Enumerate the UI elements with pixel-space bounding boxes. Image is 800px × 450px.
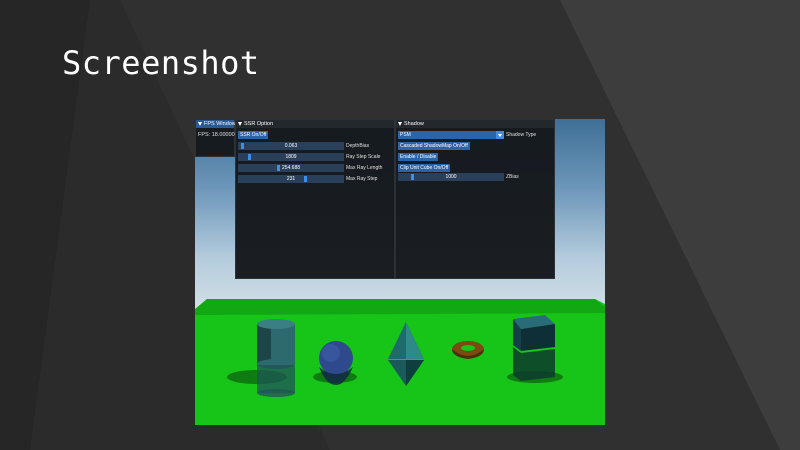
shadow-type-label: Shadow Type (506, 132, 537, 138)
max-ray-length-slider[interactable]: 254.688 (238, 164, 344, 172)
slide-title: Screenshot (62, 44, 260, 82)
max-ray-step-slider[interactable]: 231 (238, 175, 344, 183)
clip-unit-cube-button[interactable]: Clip Unit Cube On/Off (398, 164, 451, 172)
zbias-slider[interactable]: 1000 (398, 173, 504, 181)
fps-window-header[interactable]: FPS Window (196, 120, 236, 128)
ssr-option-header[interactable]: SSR Option (236, 120, 394, 128)
fps-readout: FPS: 18.000000 (198, 132, 238, 138)
slider-value: 1809 (285, 154, 297, 160)
ray-step-scale-label: Ray Step Scale (346, 154, 381, 160)
slider-value: 231 (286, 176, 296, 182)
cascaded-shadowmap-button[interactable]: Cascaded ShadowMap On/Off (398, 142, 470, 150)
fps-window-title: FPS Window (204, 121, 236, 127)
shadow-type-value: PSM (400, 132, 411, 138)
shadow-header[interactable]: Shadow (396, 120, 554, 128)
slider-grab[interactable] (411, 174, 415, 180)
slider-grab[interactable] (241, 143, 245, 149)
depth-bias-label: DepthBias (346, 143, 370, 149)
shadow-panel[interactable]: Shadow PSM Shadow Type Cascaded ShadowMa… (395, 119, 555, 279)
torus-object (452, 341, 484, 359)
slider-value: 1000 (445, 174, 457, 180)
shadow-type-select[interactable]: PSM (398, 131, 504, 139)
max-ray-length-label: Max Ray Length (346, 165, 383, 171)
collapse-arrow-icon[interactable] (238, 122, 242, 126)
depth-bias-slider[interactable]: 0.063 (238, 142, 344, 150)
ssr-option-title: SSR Option (244, 121, 274, 127)
shadow-title: Shadow (404, 121, 424, 127)
slider-grab[interactable] (303, 176, 307, 182)
cylinder-object (257, 319, 295, 397)
collapse-arrow-icon[interactable] (198, 122, 202, 126)
ssr-toggle-button[interactable]: SSR On/Off (238, 131, 269, 139)
fps-window[interactable]: FPS Window FPS: 18.000000 (195, 119, 238, 157)
zbias-label: ZBias (506, 174, 519, 180)
ssr-option-panel[interactable]: SSR Option SSR On/Off 0.063 DepthBias 18… (235, 119, 395, 279)
max-ray-step-label: Max Ray Step (346, 176, 378, 182)
slider-value: 254.688 (281, 165, 301, 171)
chevron-down-icon[interactable] (496, 131, 504, 139)
slider-grab[interactable] (277, 165, 281, 171)
game-viewport[interactable]: FPS Window FPS: 18.000000 SSR Option SSR… (195, 119, 605, 425)
collapse-arrow-icon[interactable] (398, 122, 402, 126)
cube-object (513, 315, 555, 381)
slider-grab[interactable] (248, 154, 252, 160)
enable-disable-button[interactable]: Enable / Disable (398, 153, 439, 161)
slider-value: 0.063 (284, 143, 298, 149)
cone-object (388, 322, 424, 386)
ray-step-scale-slider[interactable]: 1809 (238, 153, 344, 161)
